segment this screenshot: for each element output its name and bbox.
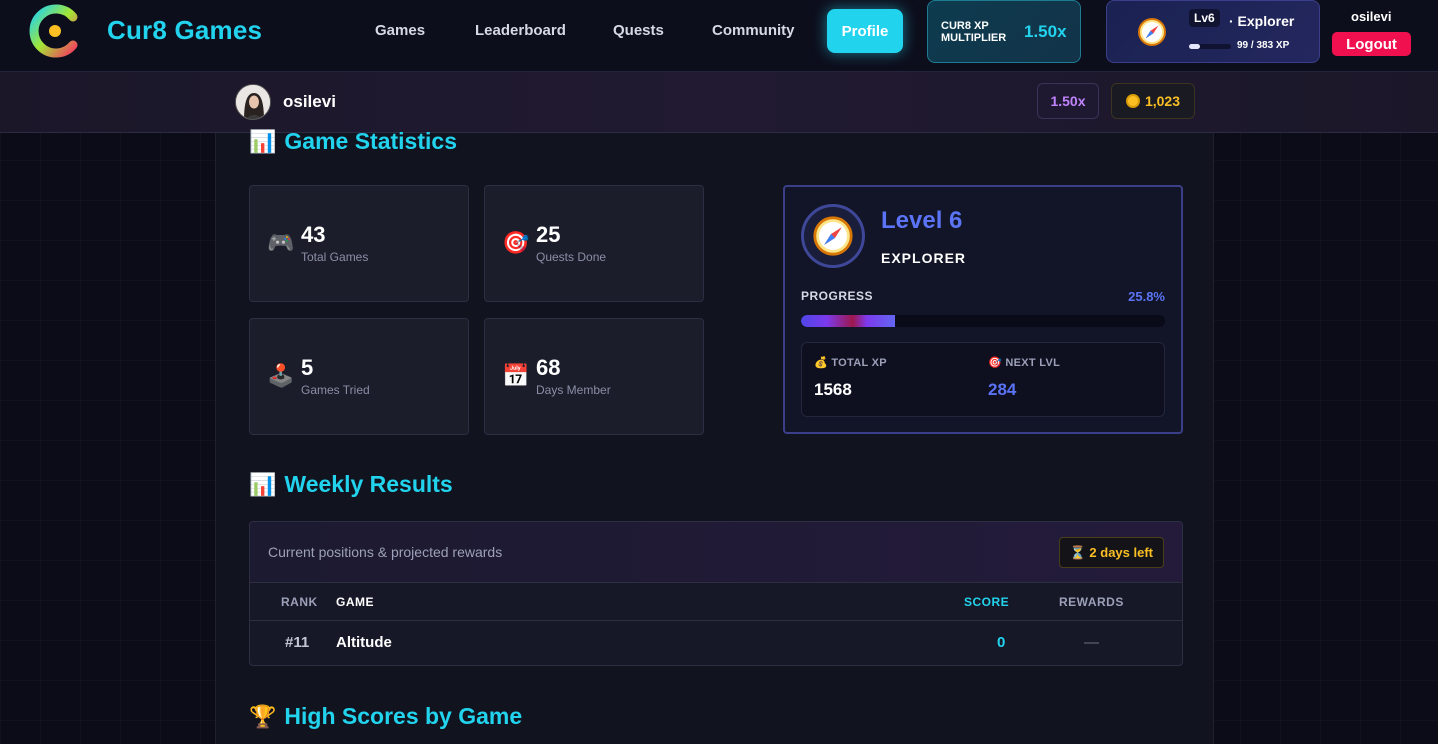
bar-chart-icon: 📊 bbox=[249, 128, 277, 154]
level-xp-text: 99 / 383 XP bbox=[1237, 40, 1290, 51]
level-widget[interactable]: Lv6 · Explorer 99 / 383 XP bbox=[1106, 0, 1320, 63]
profile-button[interactable]: Profile bbox=[827, 9, 903, 53]
trophy-icon: 🏆 bbox=[249, 703, 277, 729]
weekly-results-heading: 📊 Weekly Results bbox=[249, 471, 453, 498]
stat-label: Quests Done bbox=[536, 250, 607, 264]
multiplier-label: CUR8 XP MULTIPLIER bbox=[941, 20, 1007, 44]
stat-value: 43 bbox=[301, 222, 326, 247]
level-xp-bar bbox=[1189, 44, 1231, 49]
next-level-value: 284 bbox=[988, 380, 1017, 399]
logout-button[interactable]: Logout bbox=[1332, 32, 1411, 56]
bar-chart-icon: 📊 bbox=[249, 471, 277, 497]
progress-bar bbox=[801, 315, 1165, 327]
stat-card-games-tried: 🕹️ 5 Games Tried bbox=[249, 318, 469, 435]
weekly-results-header: Current positions & projected rewards ⏳ … bbox=[250, 522, 1182, 583]
header-divider bbox=[250, 620, 1182, 621]
profile-username: osilevi bbox=[283, 92, 336, 111]
column-header-rank: RANK bbox=[281, 595, 318, 609]
stat-value: 25 bbox=[536, 222, 561, 247]
stat-label: Games Tried bbox=[301, 383, 370, 397]
calendar-icon: 📅 bbox=[502, 363, 530, 388]
nav-games[interactable]: Games bbox=[375, 22, 425, 39]
nav-username: osilevi bbox=[1351, 9, 1392, 24]
stat-card-quests-done: 🎯 25 Quests Done bbox=[484, 185, 704, 302]
level-title: · Explorer bbox=[1229, 13, 1295, 29]
days-left-badge: ⏳ 2 days left bbox=[1058, 537, 1164, 568]
nav-quests[interactable]: Quests bbox=[613, 22, 664, 39]
row-rewards: — bbox=[1084, 634, 1099, 651]
column-header-rewards: REWARDS bbox=[1059, 595, 1124, 609]
row-score: 0 bbox=[997, 634, 1006, 651]
row-game: Altitude bbox=[336, 634, 392, 651]
gamepad-icon: 🎮 bbox=[267, 230, 295, 255]
progress-label: PROGRESS bbox=[801, 289, 874, 303]
level-number: Level 6 bbox=[881, 207, 963, 234]
game-statistics-title: Game Statistics bbox=[284, 128, 457, 154]
stat-value: 5 bbox=[301, 355, 314, 380]
column-header-game: GAME bbox=[336, 595, 374, 609]
joystick-icon: 🕹️ bbox=[267, 363, 295, 388]
high-scores-title: High Scores by Game bbox=[284, 703, 523, 729]
target-icon: 🎯 bbox=[502, 230, 530, 255]
next-level-label: 🎯 NEXT LVL bbox=[988, 357, 1061, 369]
avatar[interactable] bbox=[235, 84, 271, 120]
level-pill: Lv6 bbox=[1189, 9, 1220, 27]
main-content: 📊 Game Statistics 🎮 43 Total Games 🎯 25 … bbox=[215, 128, 1214, 744]
stat-value: 68 bbox=[536, 355, 561, 380]
level-rank: EXPLORER bbox=[881, 250, 967, 266]
level-progress-card: Level 6 EXPLORER PROGRESS 25.8% 💰 TOTAL … bbox=[783, 185, 1183, 434]
weekly-subtitle: Current positions & projected rewards bbox=[268, 544, 503, 560]
column-header-score: SCORE bbox=[964, 595, 1010, 609]
total-xp-value: 1568 bbox=[814, 380, 852, 399]
progress-percent: 25.8% bbox=[1128, 289, 1165, 304]
nav-community[interactable]: Community bbox=[712, 22, 795, 39]
multiplier-chip: 1.50x bbox=[1037, 83, 1099, 119]
nav-leaderboard[interactable]: Leaderboard bbox=[475, 22, 566, 39]
total-xp-label: 💰 TOTAL XP bbox=[814, 357, 887, 369]
stat-card-total-games: 🎮 43 Total Games bbox=[249, 185, 469, 302]
coin-icon bbox=[1125, 94, 1140, 108]
profile-subbar: osilevi 1.50x 1,023 bbox=[0, 72, 1438, 133]
progress-bar-fill bbox=[801, 315, 895, 327]
game-statistics-heading: 📊 Game Statistics bbox=[249, 128, 457, 155]
level-badge bbox=[801, 204, 865, 268]
level-xp-bar-fill bbox=[1189, 44, 1200, 49]
coin-amount: 1,023 bbox=[1144, 93, 1181, 109]
weekly-results-title: Weekly Results bbox=[284, 471, 453, 497]
stat-label: Days Member bbox=[536, 383, 611, 397]
multiplier-value: 1.50x bbox=[1024, 22, 1067, 41]
weekly-results-card: Current positions & projected rewards ⏳ … bbox=[249, 521, 1183, 666]
brand-name[interactable]: Cur8 Games bbox=[107, 15, 262, 46]
row-rank: #11 bbox=[285, 634, 310, 651]
stat-card-days-member: 📅 68 Days Member bbox=[484, 318, 704, 435]
xp-summary: 💰 TOTAL XP 1568 🎯 NEXT LVL 284 bbox=[801, 342, 1165, 417]
compass-icon bbox=[1138, 18, 1166, 46]
coin-balance: 1,023 bbox=[1111, 83, 1195, 119]
top-navigation: Cur8 Games Games Leaderboard Quests Comm… bbox=[0, 0, 1438, 72]
compass-icon bbox=[813, 216, 853, 256]
xp-multiplier-badge: CUR8 XP MULTIPLIER 1.50x bbox=[927, 0, 1081, 63]
avatar-image-icon bbox=[236, 85, 270, 119]
cur8-logo-icon[interactable] bbox=[27, 3, 83, 59]
high-scores-heading: 🏆 High Scores by Game bbox=[249, 703, 522, 730]
stat-label: Total Games bbox=[301, 250, 369, 264]
